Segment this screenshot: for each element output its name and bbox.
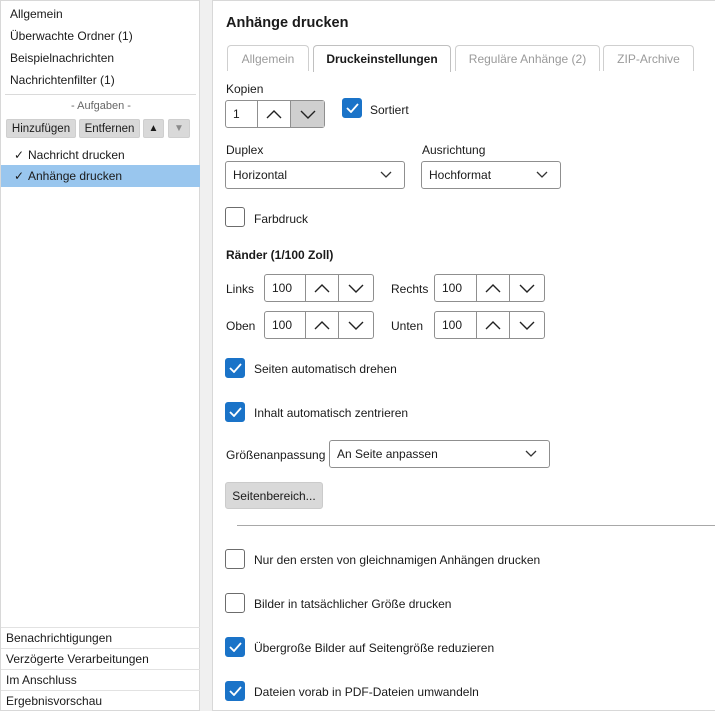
tasks-header: - Aufgaben - (71, 100, 131, 112)
duplex-select[interactable]: Horizontal (225, 161, 405, 189)
chevron-down-icon (348, 284, 364, 293)
increment-button[interactable] (306, 312, 340, 338)
settings-panel: Anhänge drucken Allgemein Druckeinstellu… (212, 0, 715, 711)
actual-size-checkbox[interactable] (225, 593, 245, 613)
decrement-button[interactable] (291, 101, 324, 127)
convert-pdf-checkbox[interactable] (225, 681, 245, 701)
margin-right-label: Rechts (391, 282, 429, 296)
checkmark-icon (228, 686, 242, 696)
fit-value: An Seite anpassen (337, 447, 438, 461)
checkmark-icon (345, 103, 359, 113)
orientation-select[interactable]: Hochformat (421, 161, 561, 189)
margin-left-value[interactable]: 100 (265, 275, 306, 301)
settings-sidebar: Allgemein Überwachte Ordner (1) Beispiel… (0, 0, 200, 711)
margin-bottom-stepper[interactable]: 100 (434, 311, 545, 339)
task-item-print-attachments[interactable]: ✓ Anhänge drucken (1, 165, 200, 187)
margin-top-value[interactable]: 100 (265, 312, 306, 338)
chevron-up-icon (485, 283, 501, 292)
auto-center-checkbox[interactable] (225, 402, 245, 422)
divider (237, 525, 715, 526)
increment-button[interactable] (477, 312, 511, 338)
sidebar-item-afterwards[interactable]: Im Anschluss (1, 669, 200, 690)
sidebar-item-general[interactable]: Allgemein (10, 7, 63, 21)
increment-button[interactable] (258, 101, 291, 127)
auto-rotate-label: Seiten automatisch drehen (254, 362, 397, 376)
auto-rotate-checkbox[interactable] (225, 358, 245, 378)
check-icon: ✓ (14, 169, 25, 183)
divider (5, 94, 196, 95)
duplex-label: Duplex (226, 143, 264, 157)
margin-right-stepper[interactable]: 100 (434, 274, 545, 302)
margin-bottom-label: Unten (391, 319, 424, 333)
chevron-up-icon (266, 109, 282, 118)
fit-select[interactable]: An Seite anpassen (329, 440, 550, 468)
margin-left-stepper[interactable]: 100 (264, 274, 374, 302)
task-label: Anhänge drucken (28, 169, 123, 183)
color-print-label: Farbdruck (254, 212, 309, 226)
sidebar-item-notifications[interactable]: Benachrichtigungen (1, 627, 200, 648)
chevron-down-icon (519, 284, 535, 293)
chevron-down-icon (348, 321, 364, 330)
decrement-button[interactable] (510, 312, 544, 338)
task-label: Nachricht drucken (28, 148, 125, 162)
tab-zip-archives[interactable]: ZIP-Archive (603, 45, 694, 71)
increment-button[interactable] (477, 275, 511, 301)
chevron-up-icon (314, 283, 330, 292)
remove-task-button[interactable]: Entfernen (79, 119, 140, 138)
chevron-down-icon (380, 171, 392, 178)
duplex-value: Horizontal (233, 168, 288, 182)
checkmark-icon (228, 407, 242, 417)
shrink-oversized-label: Übergroße Bilder auf Seitengröße reduzie… (254, 641, 495, 655)
orientation-label: Ausrichtung (422, 143, 486, 157)
sidebar-item-watched-folders[interactable]: Überwachte Ordner (1) (10, 29, 133, 43)
first-only-checkbox[interactable] (225, 549, 245, 569)
move-down-button[interactable]: ▼ (168, 119, 190, 138)
margin-top-label: Oben (226, 319, 256, 333)
checkmark-icon (228, 363, 242, 373)
chevron-down-icon (525, 450, 537, 457)
check-icon: ✓ (14, 148, 25, 162)
copies-value[interactable]: 1 (226, 101, 258, 127)
tab-general[interactable]: Allgemein (227, 45, 309, 71)
increment-button[interactable] (306, 275, 340, 301)
margin-top-stepper[interactable]: 100 (264, 311, 374, 339)
shrink-oversized-checkbox[interactable] (225, 637, 245, 657)
page-range-button[interactable]: Seitenbereich... (225, 482, 323, 509)
margins-title: Ränder (1/100 Zoll) (226, 248, 334, 262)
tab-print-settings[interactable]: Druckeinstellungen (313, 45, 451, 72)
margin-right-value[interactable]: 100 (435, 275, 477, 301)
chevron-up-icon (314, 320, 330, 329)
decrement-button[interactable] (339, 275, 373, 301)
page-title: Anhänge drucken (226, 15, 349, 31)
sidebar-item-message-filters[interactable]: Nachrichtenfilter (1) (10, 73, 115, 87)
chevron-down-icon (536, 171, 548, 178)
chevron-down-icon (519, 321, 535, 330)
decrement-button[interactable] (510, 275, 544, 301)
task-item-print-message[interactable]: ✓ Nachricht drucken (1, 144, 200, 166)
copies-stepper[interactable]: 1 (225, 100, 325, 128)
auto-center-label: Inhalt automatisch zentrieren (254, 406, 409, 420)
first-only-label: Nur den ersten von gleichnamigen Anhänge… (254, 553, 541, 567)
tab-regular-attachments[interactable]: Reguläre Anhänge (2) (455, 45, 600, 71)
decrement-button[interactable] (339, 312, 373, 338)
sidebar-item-sample-messages[interactable]: Beispielnachrichten (10, 51, 114, 65)
copies-label: Kopien (226, 82, 264, 96)
fit-label: Größenanpassung (226, 448, 326, 462)
sidebar-item-result-preview[interactable]: Ergebnisvorschau (1, 690, 200, 711)
chevron-down-icon (300, 110, 315, 119)
orientation-value: Hochformat (429, 168, 492, 182)
sorted-checkbox[interactable] (342, 98, 362, 118)
sidebar-item-delayed-processing[interactable]: Verzögerte Verarbeitungen (1, 648, 200, 669)
add-task-button[interactable]: Hinzufügen (6, 119, 76, 138)
convert-pdf-label: Dateien vorab in PDF-Dateien umwandeln (254, 685, 479, 699)
checkmark-icon (228, 642, 242, 652)
color-print-checkbox[interactable] (225, 207, 245, 227)
margin-bottom-value[interactable]: 100 (435, 312, 477, 338)
actual-size-label: Bilder in tatsächlicher Größe drucken (254, 597, 452, 611)
move-up-button[interactable]: ▲ (143, 119, 164, 138)
margin-left-label: Links (226, 282, 255, 296)
sorted-label: Sortiert (370, 103, 409, 117)
chevron-up-icon (485, 320, 501, 329)
